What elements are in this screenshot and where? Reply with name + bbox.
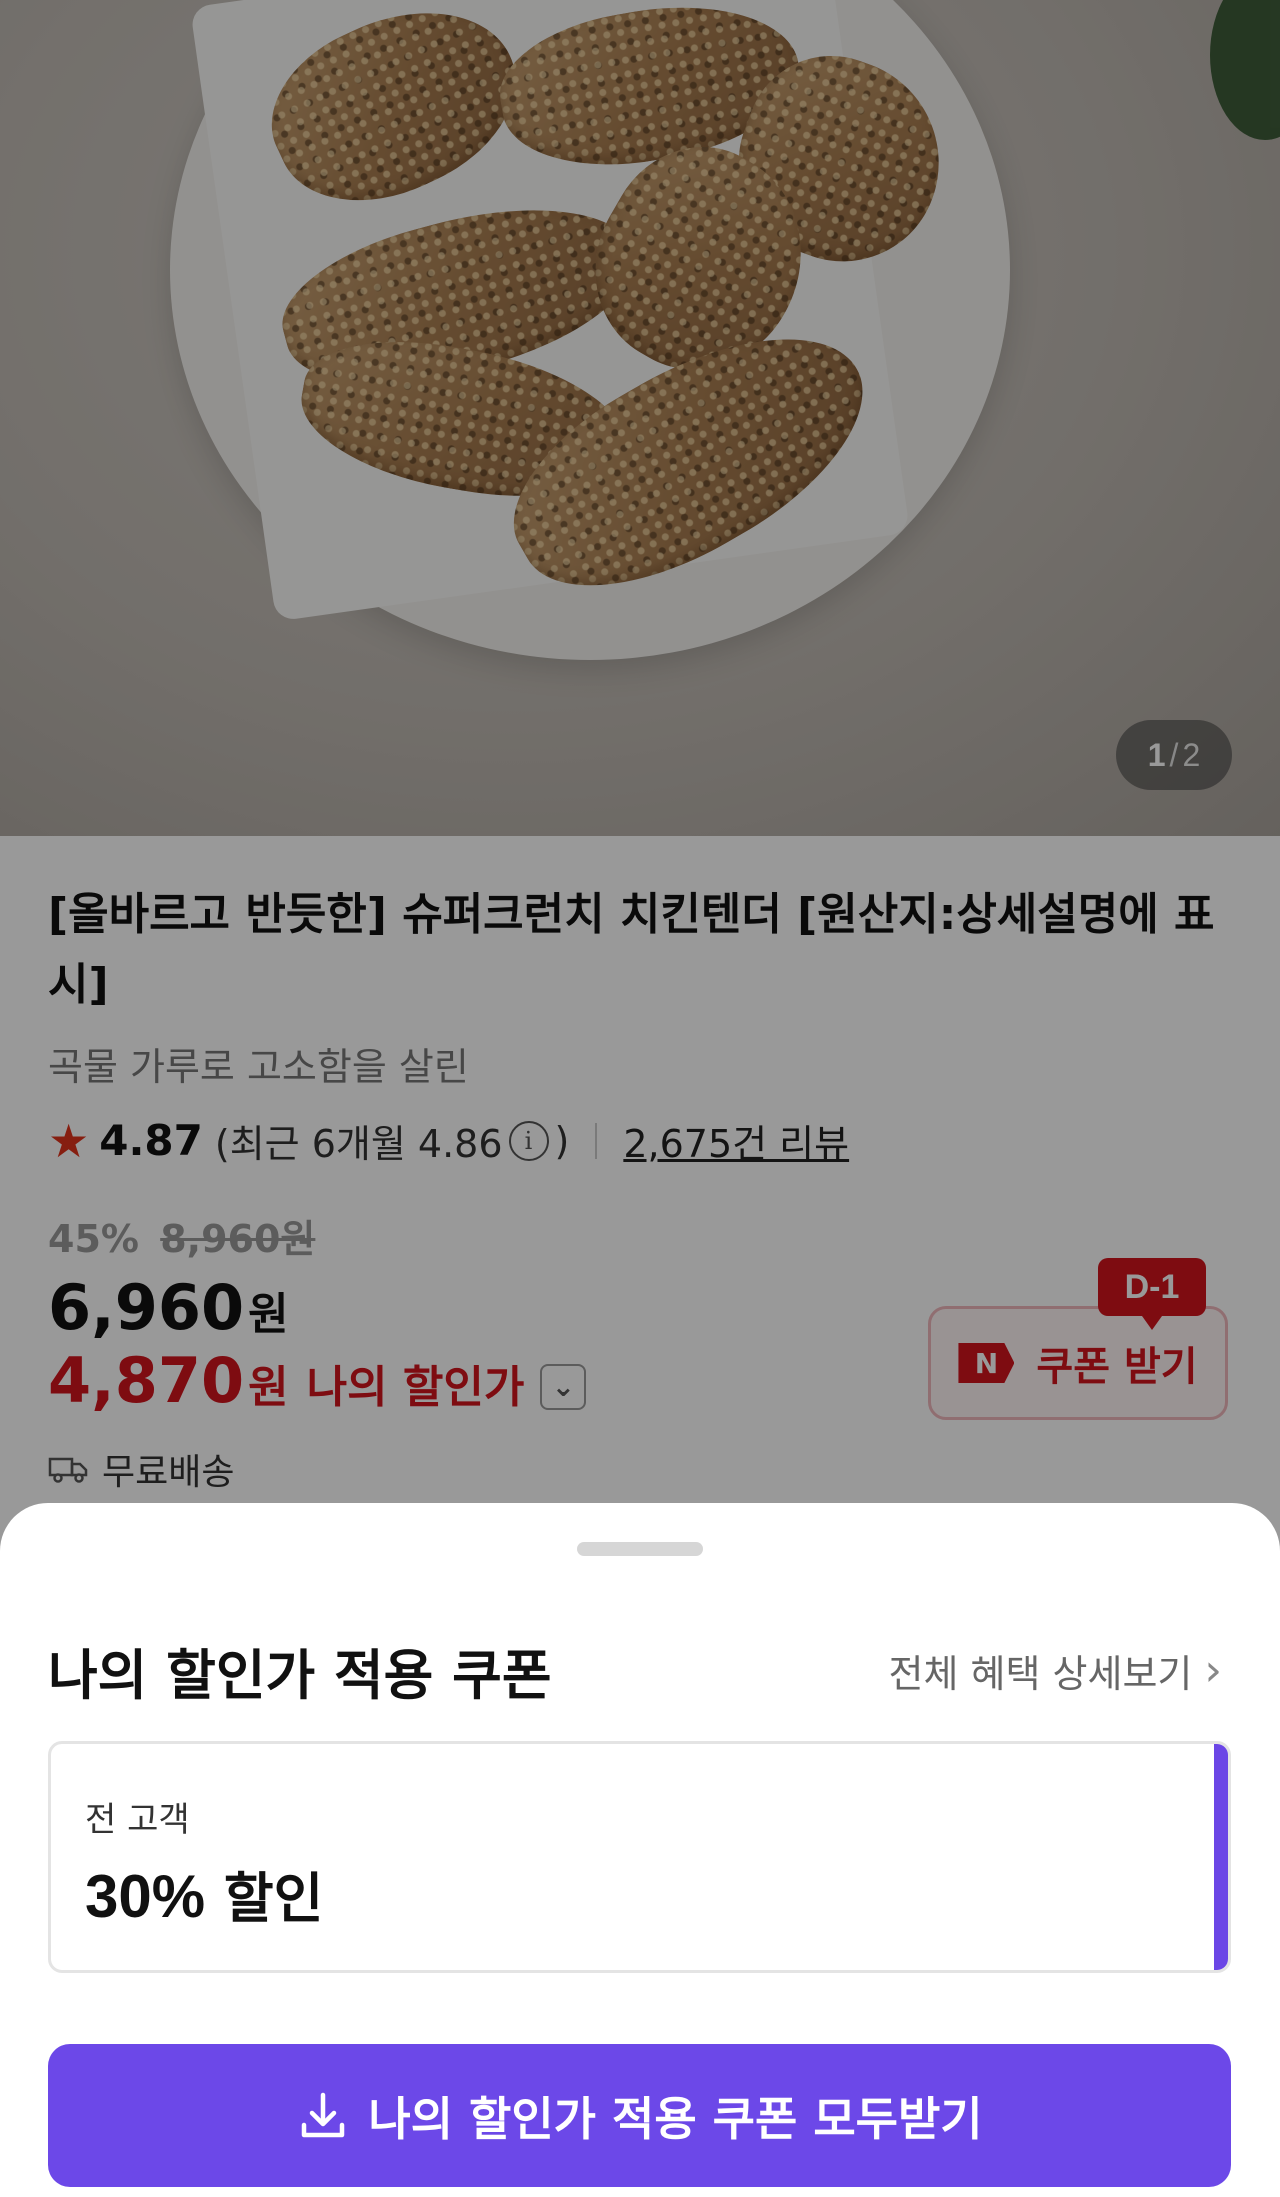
all-benefits-label: 전체 혜택 상세보기 xyxy=(888,1652,1193,1696)
all-benefits-link[interactable]: 전체 혜택 상세보기 › xyxy=(889,1643,1222,1698)
coupon-accent-stripe xyxy=(1214,1744,1228,1970)
download-icon xyxy=(302,2092,345,2137)
coupon-bottom-sheet: 나의 할인가 적용 쿠폰 전체 혜택 상세보기 › 전 고객 30% 할인 나의… xyxy=(0,1503,1280,2197)
sheet-title: 나의 할인가 적용 쿠폰 xyxy=(48,1644,552,1707)
coupon-suffix: 할인 xyxy=(223,1867,324,1930)
coupon-target: 전 고객 xyxy=(85,1800,190,1840)
download-all-label: 나의 할인가 적용 쿠폰 모두받기 xyxy=(368,2091,983,2146)
sheet-drag-handle[interactable] xyxy=(577,1542,703,1556)
chevron-right-icon: › xyxy=(1204,1645,1222,1696)
coupon-value: 30% 할인 xyxy=(85,1854,323,1933)
coupon-card[interactable]: 전 고객 30% 할인 xyxy=(48,1741,1231,1973)
download-all-coupons-button[interactable]: 나의 할인가 적용 쿠폰 모두받기 xyxy=(48,2044,1231,2187)
coupon-percent: 30% xyxy=(85,1863,206,1930)
